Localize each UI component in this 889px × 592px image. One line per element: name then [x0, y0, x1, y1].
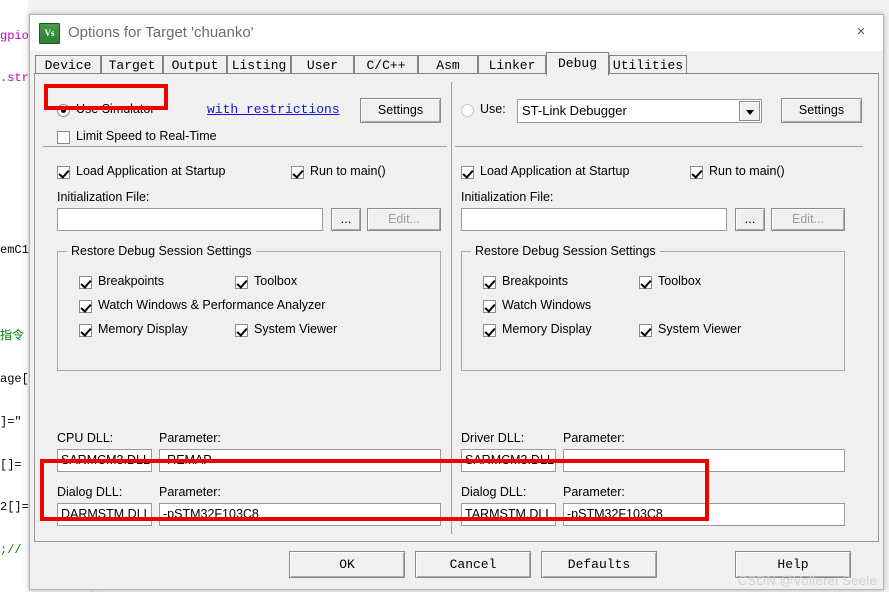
memory-display-label-sim[interactable]: Memory Display [98, 322, 188, 336]
dialog-dll-label-sim: Dialog DLL: [57, 485, 123, 499]
dialog-titlebar[interactable]: Vs Options for Target 'chuanko' × [30, 15, 883, 52]
dialog-parameter-input-sim[interactable]: -pSTM32F103C8 [159, 503, 441, 526]
system-viewer-label-sim[interactable]: System Viewer [254, 322, 337, 336]
tab-linker[interactable]: Linker [478, 55, 546, 75]
restore-debug-session-title-sim: Restore Debug Session Settings [67, 244, 256, 258]
dialog-parameter-label-sim: Parameter: [159, 485, 221, 499]
toolbox-label-hw[interactable]: Toolbox [658, 274, 701, 288]
watch-windows-perf-checkbox-sim[interactable] [79, 300, 92, 313]
debugger-select-value: ST-Link Debugger [522, 103, 627, 118]
browse-init-file-button-sim[interactable]: ... [331, 208, 361, 231]
use-simulator-label[interactable]: Use Simulator [76, 102, 155, 116]
tab-utilities[interactable]: Utilities [609, 55, 687, 75]
run-to-main-checkbox-sim[interactable] [291, 166, 304, 179]
use-simulator-radio[interactable] [57, 104, 70, 117]
dialog-dll-input-hw[interactable]: TARMSTM.DLL [461, 503, 556, 526]
tab-asm[interactable]: Asm [418, 55, 478, 75]
load-app-at-startup-label-sim[interactable]: Load Application at Startup [76, 164, 225, 178]
driver-parameter-label: Parameter: [563, 431, 625, 445]
debugger-settings-button[interactable]: Settings [781, 98, 862, 123]
run-to-main-checkbox-hw[interactable] [690, 166, 703, 179]
tab-target[interactable]: Target [101, 55, 163, 75]
use-debugger-label[interactable]: Use: [480, 102, 506, 116]
run-to-main-label-hw[interactable]: Run to main() [709, 164, 785, 178]
driver-dll-input[interactable]: SARMCM3.DLL [461, 449, 556, 472]
breakpoints-checkbox-hw[interactable] [483, 276, 496, 289]
options-for-target-dialog: Vs Options for Target 'chuanko' × Device… [29, 14, 884, 590]
cancel-button[interactable]: Cancel [415, 551, 531, 578]
toolbox-label-sim[interactable]: Toolbox [254, 274, 297, 288]
system-viewer-label-hw[interactable]: System Viewer [658, 322, 741, 336]
tab-user[interactable]: User [291, 55, 354, 75]
cpu-dll-label: CPU DLL: [57, 431, 114, 445]
restore-debug-session-title-hw: Restore Debug Session Settings [471, 244, 660, 258]
initialization-file-input-hw[interactable] [461, 208, 727, 231]
limit-speed-checkbox[interactable] [57, 131, 70, 144]
simulator-settings-button[interactable]: Settings [360, 98, 441, 123]
driver-dll-label: Driver DLL: [461, 431, 525, 445]
with-restrictions-link[interactable]: with restrictions [207, 102, 340, 117]
initialization-file-label-sim: Initialization File: [57, 190, 150, 204]
defaults-button[interactable]: Defaults [541, 551, 657, 578]
uvision-icon: Vs [39, 23, 60, 44]
driver-parameter-input[interactable] [563, 449, 845, 472]
memory-display-label-hw[interactable]: Memory Display [502, 322, 592, 336]
tab-listing[interactable]: Listing [227, 55, 291, 75]
system-viewer-checkbox-sim[interactable] [235, 324, 248, 337]
tab-strip: Device Target Output Listing User C/C++ … [30, 51, 883, 76]
breakpoints-label-sim[interactable]: Breakpoints [98, 274, 164, 288]
dialog-parameter-input-hw[interactable]: -pSTM32F103C8 [563, 503, 845, 526]
dialog-title: Options for Target 'chuanko' [68, 24, 254, 41]
memory-display-checkbox-hw[interactable] [483, 324, 496, 337]
close-icon[interactable]: × [839, 15, 883, 49]
load-app-at-startup-checkbox-sim[interactable] [57, 166, 70, 179]
left-horizontal-divider [43, 146, 447, 147]
toolbox-checkbox-sim[interactable] [235, 276, 248, 289]
toolbox-checkbox-hw[interactable] [639, 276, 652, 289]
initialization-file-input-sim[interactable] [57, 208, 323, 231]
watch-windows-checkbox-hw[interactable] [483, 300, 496, 313]
cpu-parameter-input[interactable]: -REMAP [159, 449, 441, 472]
watch-windows-perf-label-sim[interactable]: Watch Windows & Performance Analyzer [98, 298, 325, 312]
edit-init-file-button-sim: Edit... [367, 208, 441, 231]
panel-vertical-divider [451, 82, 452, 534]
watermark: CSDN @Vollerei Seele [737, 573, 877, 588]
use-debugger-radio[interactable] [461, 104, 474, 117]
ok-button[interactable]: OK [289, 551, 405, 578]
load-app-at-startup-checkbox-hw[interactable] [461, 166, 474, 179]
debugger-select[interactable]: ST-Link Debugger [517, 99, 762, 123]
dialog-parameter-label-hw: Parameter: [563, 485, 625, 499]
tab-cpp[interactable]: C/C++ [354, 55, 418, 75]
limit-speed-label[interactable]: Limit Speed to Real-Time [76, 129, 217, 143]
right-horizontal-divider [455, 146, 863, 147]
system-viewer-checkbox-hw[interactable] [639, 324, 652, 337]
tab-output[interactable]: Output [163, 55, 227, 75]
browse-init-file-button-hw[interactable]: ... [735, 208, 765, 231]
edit-init-file-button-hw: Edit... [771, 208, 845, 231]
breakpoints-label-hw[interactable]: Breakpoints [502, 274, 568, 288]
breakpoints-checkbox-sim[interactable] [79, 276, 92, 289]
run-to-main-label-sim[interactable]: Run to main() [310, 164, 386, 178]
dialog-dll-input-sim[interactable]: DARMSTM.DLL [57, 503, 152, 526]
chevron-down-icon[interactable] [739, 101, 760, 121]
cpu-parameter-label: Parameter: [159, 431, 221, 445]
initialization-file-label-hw: Initialization File: [461, 190, 554, 204]
cpu-dll-input[interactable]: SARMCM3.DLL [57, 449, 152, 472]
load-app-at-startup-label-hw[interactable]: Load Application at Startup [480, 164, 629, 178]
debug-settings-panel: Use Simulator with restrictions Settings… [34, 74, 879, 542]
memory-display-checkbox-sim[interactable] [79, 324, 92, 337]
watch-windows-label-hw[interactable]: Watch Windows [502, 298, 591, 312]
tab-device[interactable]: Device [35, 55, 101, 75]
dialog-dll-label-hw: Dialog DLL: [461, 485, 527, 499]
tab-debug[interactable]: Debug [546, 52, 609, 76]
